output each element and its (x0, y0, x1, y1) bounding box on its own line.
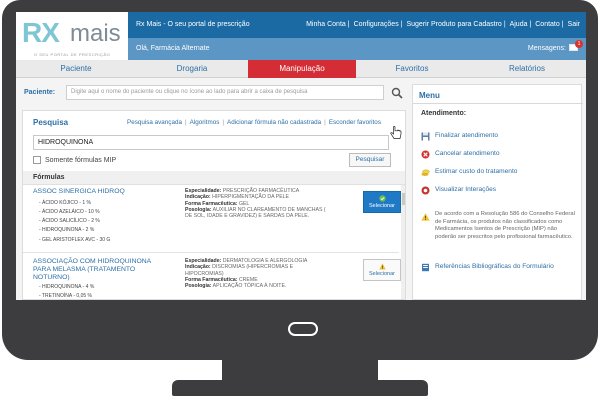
tab-paciente[interactable]: Paciente (16, 60, 136, 78)
screen: RX mais O SEU PORTAL DE PRESCRIÇÃO Rx Ma… (16, 12, 586, 300)
link-adicionar-formula[interactable]: Adicionar fórmula não cadastrada (227, 119, 321, 126)
especialidade-value: DERMATOLOGIA E ALERGOLOGIA (222, 258, 308, 264)
posologia-label: Posologia: (185, 206, 212, 213)
power-button-icon (288, 322, 318, 336)
cancel-icon (421, 150, 430, 159)
warning-icon (421, 213, 430, 221)
mip-label: Somente fórmulas MIP (45, 156, 117, 164)
menu-section-title: Atendimento: (421, 110, 467, 117)
formula-component: - TRETINOÍNA - 0,05 % (39, 293, 92, 299)
monitor-stand (222, 358, 378, 380)
formula-component: - ÁCIDO KÓJICO - 1 % (39, 200, 91, 206)
tab-manipulacao[interactable]: Manipulação (248, 60, 356, 78)
logo-rx: RX (22, 17, 60, 48)
greeting-bar: Olá, Farmácia Alternate Mensagens: 1 (128, 38, 586, 60)
select-button[interactable]: Selecionar (363, 191, 401, 213)
select-label: Selecionar (369, 203, 395, 209)
app-logo[interactable]: RX mais O SEU PORTAL DE PRESCRIÇÃO (16, 12, 128, 60)
formula-row: ASSOCIAÇÃO COM HIDROQUINONA PARA MELASMA… (23, 255, 401, 299)
menu-item-label: Visualizar Interações (435, 186, 497, 193)
menu-item-label: Finalizar atendimento (435, 132, 499, 139)
formula-component: - HIDROQUINONA - 2 % (39, 227, 95, 233)
menu-item-label: Estimar custo do tratamento (435, 168, 518, 175)
messages-badge[interactable]: 1 (575, 40, 583, 48)
formula-component: - ÁCIDO AZELÁICO - 10 % (39, 209, 100, 215)
patient-search-row: Paciente: Digite aqui o nome do paciente… (22, 84, 406, 102)
formulas-list: ASSOC SINERGICA HIDROQ - ÁCIDO KÓJICO - … (23, 185, 401, 299)
top-header: RX mais O SEU PORTAL DE PRESCRIÇÃO Rx Ma… (16, 12, 586, 60)
link-esconder-favoritos[interactable]: Esconder favoritos (329, 119, 381, 126)
top-nav-bar: Rx Mais - O seu portal de prescrição Min… (128, 12, 586, 38)
check-icon (378, 195, 386, 202)
scrollbar-thumb[interactable] (402, 193, 405, 205)
monitor-frame: RX mais O SEU PORTAL DE PRESCRIÇÃO Rx Ma… (2, 0, 598, 360)
search-panel: Pesquisa Pesquisa avançada | Algoritmos | Ad… (22, 110, 406, 300)
search-title: Pesquisa (33, 118, 69, 127)
posologia-value: APLICAÇÃO TÓPICA À NOITE. (212, 283, 287, 290)
link-contato[interactable]: Contato (535, 21, 560, 28)
indicacao-label: Indicação: (185, 264, 211, 271)
select-label: Selecionar (369, 271, 395, 277)
forma-label: Forma Farmacêutica: (185, 200, 238, 207)
tab-favoritos[interactable]: Favoritos (356, 60, 468, 78)
search-header: Pesquisa Pesquisa avançada | Algoritmos | Ad… (23, 111, 405, 131)
formula-details: Especialidade: DERMATOLOGIA E ALERGOLOGI… (185, 258, 331, 289)
logo-mais: mais (70, 20, 121, 47)
logo-tagline: O SEU PORTAL DE PRESCRIÇÃO (34, 52, 111, 57)
mip-filter[interactable]: Somente fórmulas MIP (33, 156, 116, 164)
mip-notice: De acordo com a Resolução 586 do Conselh… (435, 211, 575, 240)
warning-icon (378, 263, 386, 270)
mip-checkbox[interactable] (33, 156, 41, 164)
formula-component: - GEL ARISTOFLEX AVC - 30 G (39, 237, 111, 243)
link-configuracoes[interactable]: Configurações (354, 21, 399, 28)
menu-title: Menu (419, 91, 440, 100)
link-ajuda[interactable]: Ajuda (510, 21, 528, 28)
formulas-header: Fórmulas (23, 171, 405, 185)
main-tabs: Paciente Drogaria Manipulação Favoritos … (16, 60, 586, 78)
references-label: Referências Bibliográficas do Formulário (435, 263, 554, 270)
patient-input[interactable]: Digite aqui o nome do paciente ou clique… (66, 85, 384, 100)
top-links: Minha Conta | Configurações | Sugerir Prod… (306, 21, 580, 28)
search-button[interactable]: Pesquisar (349, 153, 391, 167)
link-sugerir-produto[interactable]: Sugerir Produto para Cadastro (406, 21, 501, 28)
forma-value: CREME (238, 276, 258, 283)
portal-text: Rx Mais - O seu portal de prescrição (136, 21, 250, 28)
select-button[interactable]: Selecionar (363, 259, 401, 281)
forma-value: GEL (238, 200, 250, 207)
side-menu: Menu Atendimento: Finalizar atendimento … (412, 84, 583, 300)
forma-label: Forma Farmacêutica: (185, 276, 238, 283)
search-links: Pesquisa avançada | Algoritmos | Adicionar f… (127, 119, 381, 126)
interactions-icon (421, 186, 430, 195)
monitor-base (172, 380, 428, 396)
coins-icon (421, 169, 430, 176)
tab-drogaria[interactable]: Drogaria (136, 60, 248, 78)
posologia-label: Posologia: (185, 283, 212, 290)
greeting-text: Olá, Farmácia Alternate (136, 45, 210, 52)
patient-label: Paciente: (24, 89, 56, 96)
formula-name[interactable]: ASSOCIAÇÃO COM HIDROQUINONA PARA MELASMA… (33, 258, 161, 282)
search-icon[interactable] (390, 86, 404, 100)
hand-cursor-icon (390, 126, 402, 139)
formula-row: ASSOC SINERGICA HIDROQ - ÁCIDO KÓJICO - … (23, 185, 401, 253)
link-minha-conta[interactable]: Minha Conta (306, 21, 346, 28)
menu-divider (413, 103, 583, 104)
link-pesquisa-avancada[interactable]: Pesquisa avançada (127, 119, 182, 126)
save-icon (421, 132, 430, 141)
menu-item-label: Cancelar atendimento (435, 150, 500, 157)
formula-details: Especialidade: PRESCRIÇÃO FARMACÊUTICA I… (185, 188, 331, 219)
formula-search-input[interactable]: HIDROQUINONA (33, 135, 389, 150)
especialidade-label: Especialidade: (185, 258, 222, 264)
formula-name[interactable]: ASSOC SINERGICA HIDROQ (33, 188, 161, 196)
formulas-title: Fórmulas (33, 174, 65, 181)
link-algoritmos[interactable]: Algoritmos (190, 119, 220, 126)
formula-component: - ÁCIDO SALICÍLICO - 2 % (39, 218, 100, 224)
tab-relatorios[interactable]: Relatórios (468, 60, 586, 78)
link-sair[interactable]: Sair (568, 21, 580, 28)
formula-component: - HIDROQUINONA - 4 % (39, 284, 95, 290)
indicacao-value: HIPERPIGMENTAÇÃO DA PELE (212, 194, 289, 201)
messages-label[interactable]: Mensagens: (528, 45, 566, 52)
indicacao-label: Indicação: (185, 194, 211, 201)
book-icon (422, 263, 429, 272)
formulas-scrollbar[interactable] (401, 185, 405, 299)
